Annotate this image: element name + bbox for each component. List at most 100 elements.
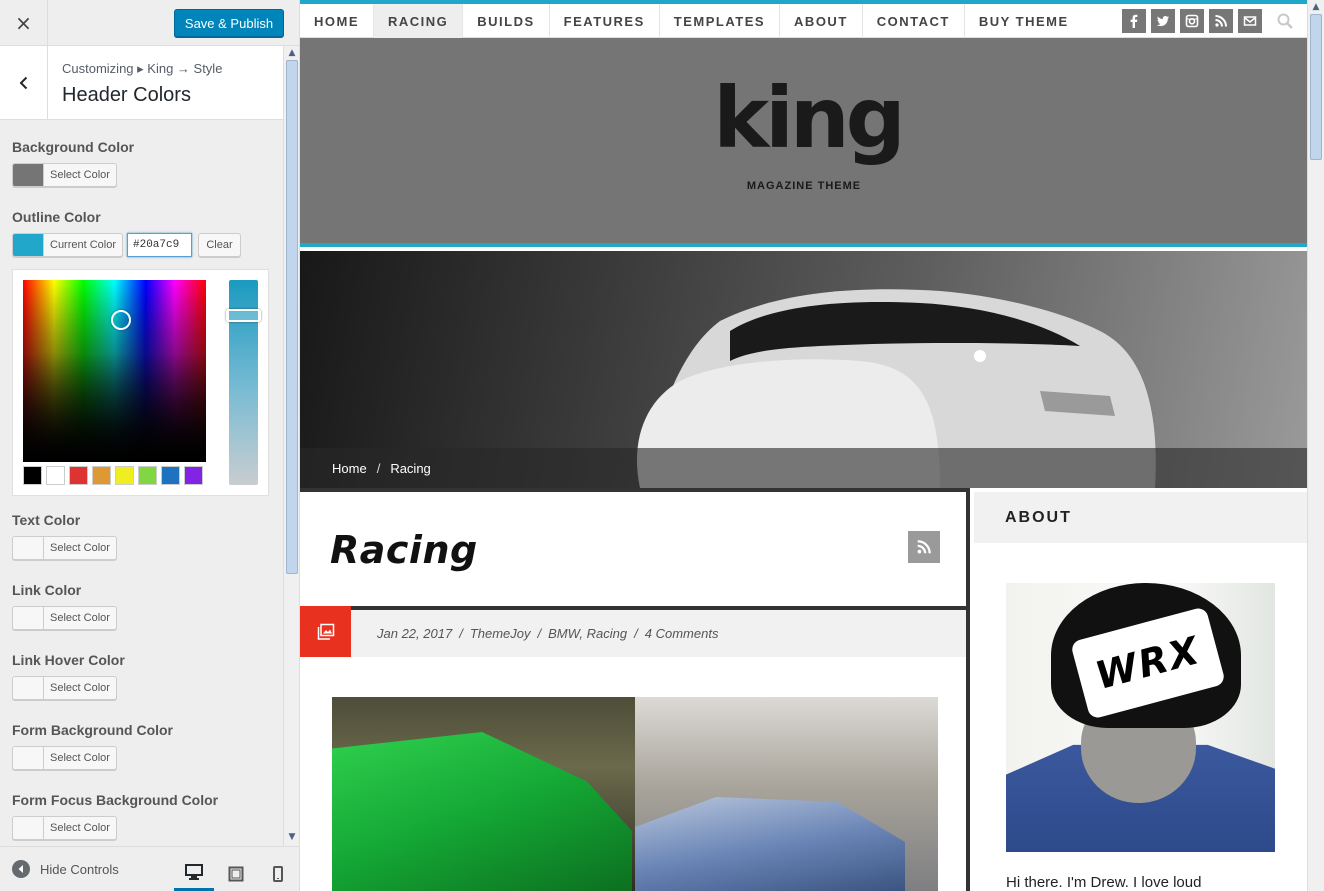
- scrollbar-thumb[interactable]: [286, 60, 298, 574]
- collapse-arrow-icon: [12, 860, 30, 878]
- section-title: Header Colors: [62, 84, 191, 106]
- nav-item-features[interactable]: FEATURES: [550, 4, 660, 38]
- nav-item-buy-theme[interactable]: BUY THEME: [965, 4, 1083, 38]
- post-categories[interactable]: BMW, Racing: [548, 626, 627, 641]
- color-picker: [12, 269, 269, 496]
- palette-swatch[interactable]: [138, 466, 157, 485]
- nav-item-home[interactable]: HOME: [300, 4, 374, 38]
- author-photo: WRX: [1006, 583, 1275, 852]
- close-icon: ×: [15, 11, 32, 35]
- breadcrumb-home-link[interactable]: Home: [332, 461, 367, 476]
- chevron-left-icon: [19, 76, 27, 89]
- color-swatch: [13, 747, 44, 769]
- widget-title: ABOUT: [974, 492, 1307, 543]
- text-color-button[interactable]: Select Color: [12, 536, 117, 560]
- palette-swatch[interactable]: [46, 466, 65, 485]
- saturation-square[interactable]: [23, 280, 206, 462]
- color-swatch: [13, 164, 44, 186]
- hue-slider-handle[interactable]: [226, 309, 261, 322]
- select-color-text: Select Color: [50, 612, 110, 624]
- saturation-handle[interactable]: [111, 310, 131, 330]
- nav-item-templates[interactable]: TEMPLATES: [660, 4, 781, 38]
- breadcrumb-current: Racing: [390, 460, 431, 476]
- form-focus-background-color-label: Form Focus Background Color: [12, 792, 219, 808]
- post-comments[interactable]: 4 Comments: [645, 626, 719, 641]
- clear-color-button[interactable]: Clear: [198, 233, 241, 257]
- post-date[interactable]: Jan 22, 2017: [377, 626, 452, 641]
- twitter-icon[interactable]: [1151, 9, 1175, 33]
- mobile-preview-button[interactable]: [258, 856, 298, 891]
- hide-controls-button[interactable]: Hide Controls: [12, 860, 119, 878]
- category-rss-button[interactable]: [908, 531, 940, 563]
- customizer-topbar: × Save & Publish: [0, 0, 299, 46]
- post-author[interactable]: ThemeJoy: [470, 626, 531, 641]
- palette-swatch[interactable]: [161, 466, 180, 485]
- rss-icon: [917, 540, 931, 554]
- gallery-format-icon: [300, 606, 351, 657]
- link-hover-color-button[interactable]: Select Color: [12, 676, 117, 700]
- save-publish-button[interactable]: Save & Publish: [174, 9, 284, 37]
- close-customizer-button[interactable]: ×: [0, 0, 48, 46]
- scroll-up-icon[interactable]: ▲: [287, 48, 297, 58]
- meta-separator: /: [537, 626, 542, 641]
- outline-color-button[interactable]: Current Color: [12, 233, 124, 257]
- tablet-icon: [228, 866, 244, 882]
- rss-icon[interactable]: [1209, 9, 1233, 33]
- scroll-down-icon[interactable]: ▼: [287, 832, 297, 842]
- desktop-icon: [185, 864, 203, 880]
- palette-swatch[interactable]: [69, 466, 88, 485]
- background-color-label: Background Color: [12, 139, 135, 155]
- select-color-text: Select Color: [50, 169, 110, 181]
- main-content: Racing Jan 22, 2017 / ThemeJoy / BMW, Ra…: [300, 488, 970, 891]
- outline-color-label: Outline Color: [12, 209, 101, 225]
- palette-swatch[interactable]: [23, 466, 42, 485]
- form-background-color-button[interactable]: Select Color: [12, 746, 117, 770]
- cap-logo-text: WRX: [1090, 627, 1206, 699]
- facebook-icon[interactable]: [1122, 9, 1146, 33]
- back-button[interactable]: [0, 46, 48, 119]
- customizer-footer: Hide Controls: [0, 846, 299, 891]
- section-header: Customizing ▸ King → Style Header Colors: [0, 46, 283, 120]
- site-preview: HOME RACING BUILDS FEATURES TEMPLATES AB…: [300, 0, 1307, 891]
- palette-swatch[interactable]: [115, 466, 134, 485]
- preview-scrollbar[interactable]: ▲: [1307, 0, 1324, 891]
- sidebar-scrollbar[interactable]: ▲ ▼: [283, 46, 299, 846]
- palette-swatch[interactable]: [184, 466, 203, 485]
- tablet-preview-button[interactable]: [216, 856, 256, 891]
- scrollbar-thumb[interactable]: [1310, 14, 1322, 160]
- instagram-icon[interactable]: [1180, 9, 1204, 33]
- logo-text: king: [713, 69, 906, 167]
- hex-color-input[interactable]: #20a7c9: [127, 233, 192, 257]
- search-icon[interactable]: [1273, 9, 1297, 33]
- desktop-preview-button[interactable]: [174, 856, 214, 891]
- hero-breadcrumb: Home / Racing: [300, 448, 1307, 488]
- site-header: king MAGAZINE THEME: [300, 38, 1307, 247]
- nav-item-about[interactable]: ABOUT: [780, 4, 863, 38]
- nav-item-racing[interactable]: RACING: [374, 4, 464, 38]
- nav-item-contact[interactable]: CONTACT: [863, 4, 965, 38]
- nav-item-builds[interactable]: BUILDS: [463, 4, 550, 38]
- scroll-up-icon[interactable]: ▲: [1311, 2, 1321, 12]
- controls-panel: Background Color Select Color Outline Co…: [0, 120, 283, 846]
- gallery-image-green-car: [332, 697, 635, 891]
- link-color-button[interactable]: Select Color: [12, 606, 117, 630]
- about-widget: ABOUT WRX Hi there. I'm Drew. I love lou…: [974, 492, 1307, 891]
- color-swatch: [13, 537, 44, 559]
- palette-swatches: [23, 466, 203, 485]
- customizer-sidebar: × Save & Publish Customizing ▸ King → St…: [0, 0, 300, 891]
- meta-separator: /: [459, 626, 463, 641]
- color-swatch: [13, 234, 44, 256]
- background-color-button[interactable]: Select Color: [12, 163, 117, 187]
- form-focus-background-color-button[interactable]: Select Color: [12, 816, 117, 840]
- gallery-image-blue-car: [635, 697, 938, 891]
- site-logo[interactable]: king MAGAZINE THEME: [690, 69, 925, 192]
- post-featured-image[interactable]: [332, 697, 938, 891]
- site-tagline: MAGAZINE THEME: [746, 180, 862, 192]
- link-hover-color-label: Link Hover Color: [12, 652, 125, 668]
- post-meta-row: Jan 22, 2017 / ThemeJoy / BMW, Racing / …: [300, 606, 966, 657]
- text-color-label: Text Color: [12, 512, 81, 528]
- email-icon[interactable]: [1238, 9, 1262, 33]
- form-background-color-label: Form Background Color: [12, 722, 174, 738]
- palette-swatch[interactable]: [92, 466, 111, 485]
- post-meta: Jan 22, 2017 / ThemeJoy / BMW, Racing / …: [377, 626, 718, 641]
